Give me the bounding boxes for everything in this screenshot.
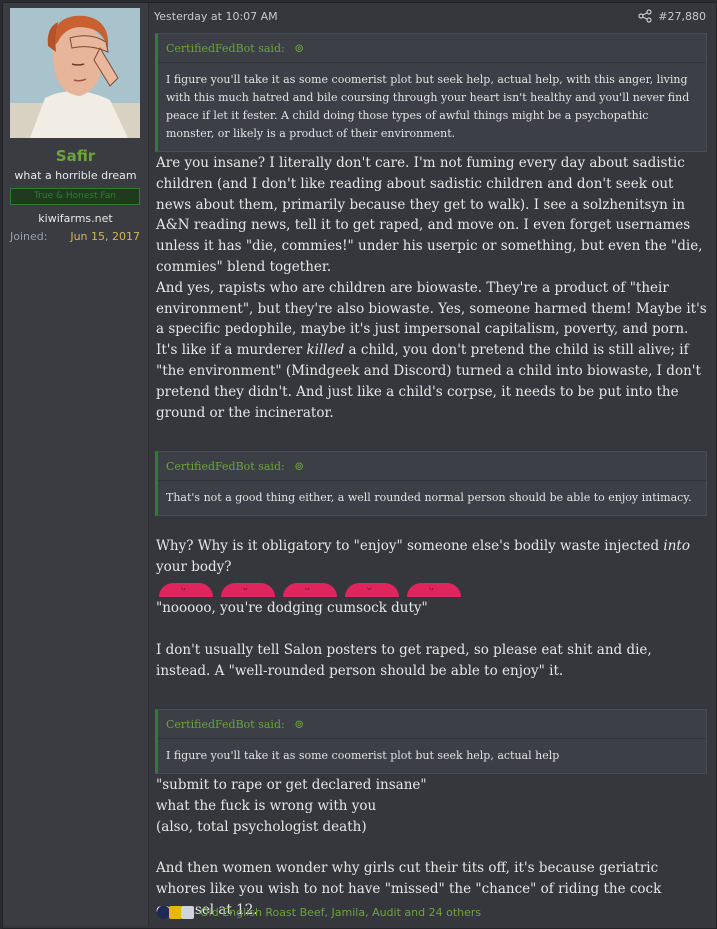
emoji-icon: ᴗ	[407, 583, 461, 597]
username[interactable]: Safir	[3, 147, 148, 165]
post-body-1: Are you insane? I literally don't care. …	[156, 153, 708, 423]
post-body-2: Why? Why is it obligatory to "enjoy" som…	[156, 536, 708, 578]
body-paragraph: "submit to rape or get declared insane"	[156, 777, 427, 793]
arrow-up-circle-icon[interactable]: ⊚	[294, 710, 304, 738]
body-paragraph: And yes, rapists who are children are bi…	[156, 278, 708, 424]
quote-author[interactable]: CertifiedFedBot said:	[166, 42, 285, 55]
post-number[interactable]: #27,880	[658, 10, 706, 23]
body-text: your body?	[156, 558, 232, 575]
reaction-icon	[181, 906, 194, 919]
quote-block: CertifiedFedBot said: ⊚ I figure you'll …	[155, 33, 707, 152]
post-body-4: I don't usually tell Salon posters to ge…	[156, 640, 708, 682]
quote-block: CertifiedFedBot said: ⊚ That's not a goo…	[155, 451, 707, 516]
body-paragraph: Are you insane? I literally don't care. …	[156, 155, 703, 275]
user-banner: True & Honest Fan	[10, 188, 140, 205]
quote-body: I figure you'll take it as some coomeris…	[166, 749, 560, 762]
user-title: what a horrible dream	[14, 169, 137, 182]
arrow-up-circle-icon[interactable]: ⊚	[294, 452, 304, 480]
post-main: Yesterday at 10:07 AM #27,880 CertifiedF…	[153, 3, 708, 926]
body-paragraph: I don't usually tell Salon posters to ge…	[156, 642, 652, 679]
body-paragraph: what the fuck is wrong with you	[156, 797, 377, 814]
quote-header[interactable]: CertifiedFedBot said: ⊚	[158, 452, 706, 481]
post-body-3: "nooooo, you're dodging cumsock duty"	[156, 598, 708, 619]
body-text: Why? Why is it obligatory to "enjoy" som…	[156, 538, 664, 554]
body-paragraph: (also, total psychologist death)	[156, 818, 367, 835]
forum-post: Safir what a horrible dream True & Hones…	[2, 2, 717, 929]
arrow-up-circle-icon[interactable]: ⊚	[294, 34, 304, 62]
body-emphasis: killed	[306, 342, 345, 359]
quote-author[interactable]: CertifiedFedBot said:	[166, 718, 285, 731]
quote-body: That's not a good thing either, a well r…	[166, 491, 692, 504]
emoji-row: ᴗ ᴗ ᴗ ᴗ ᴗ	[159, 583, 469, 597]
body-emphasis: into	[663, 538, 690, 554]
body-paragraph: Why? Why is it obligatory to "enjoy" som…	[156, 536, 708, 578]
quote-header[interactable]: CertifiedFedBot said: ⊚	[158, 710, 706, 739]
quote-body: I figure you'll take it as some coomeris…	[166, 73, 690, 140]
joined-date: Jun 15, 2017	[70, 230, 140, 243]
post-body-5: "submit to rape or get declared insane" …	[156, 775, 708, 837]
emoji-icon: ᴗ	[159, 583, 213, 597]
quote-block: CertifiedFedBot said: ⊚ I figure you'll …	[155, 709, 707, 774]
body-paragraph: "nooooo, you're dodging cumsock duty"	[156, 600, 428, 616]
user-extra: kiwifarms.net	[38, 212, 113, 225]
share-icon[interactable]	[638, 9, 652, 23]
emoji-icon: ᴗ	[221, 583, 275, 597]
reaction-icons	[157, 906, 197, 920]
reactions-bar[interactable]: Old English Roast Beef, Jamila, Audit an…	[157, 905, 557, 921]
user-sidebar: Safir what a horrible dream True & Hones…	[3, 3, 149, 926]
joined-label: Joined:	[10, 230, 48, 243]
emoji-icon: ᴗ	[283, 583, 337, 597]
post-timestamp[interactable]: Yesterday at 10:07 AM	[154, 10, 278, 23]
quote-author[interactable]: CertifiedFedBot said:	[166, 460, 285, 473]
quote-header[interactable]: CertifiedFedBot said: ⊚	[158, 34, 706, 63]
emoji-icon: ᴗ	[345, 583, 399, 597]
avatar[interactable]	[10, 8, 140, 138]
reactions-summary[interactable]: Old English Roast Beef, Jamila, Audit an…	[200, 906, 481, 919]
